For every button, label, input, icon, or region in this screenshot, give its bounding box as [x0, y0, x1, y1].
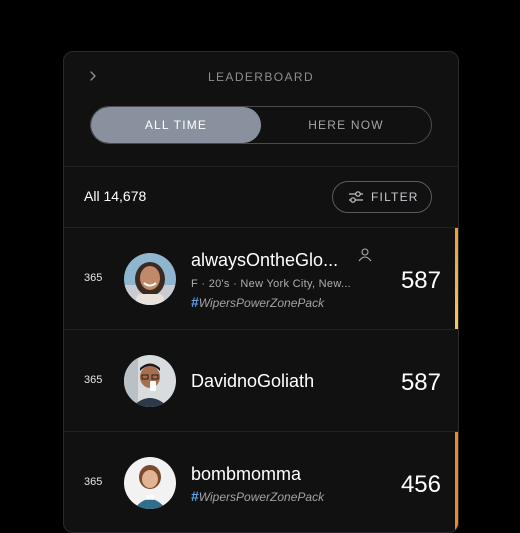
time-range-toggle: ALL TIME HERE NOW [90, 106, 432, 144]
leaderboard-header: LEADERBOARD ALL TIME HERE NOW [64, 52, 458, 167]
total-count: All 14,678 [84, 188, 147, 204]
avatar [124, 355, 176, 407]
rank-accent-bar [455, 228, 458, 329]
rank-label: 365 [84, 374, 103, 386]
tab-all-time[interactable]: ALL TIME [91, 107, 261, 143]
team-hashtag[interactable]: #WipersPowerZonePack [191, 488, 324, 504]
username: bombmomma [191, 464, 302, 484]
page-title: LEADERBOARD [207, 70, 315, 84]
hashtag-text: WipersPowerZonePack [198, 296, 325, 310]
rank-accent-bar [455, 432, 458, 532]
team-hashtag[interactable]: #WipersPowerZonePack [191, 294, 324, 310]
username: DavidnoGoliath [191, 371, 315, 391]
tab-here-now[interactable]: HERE NOW [261, 107, 431, 143]
avatar [124, 253, 176, 305]
score: 587 [400, 369, 441, 396]
user-details: F · 20's · New York City, New... [191, 278, 352, 290]
leaderboard-summary: All 14,678 FILTER [64, 167, 458, 228]
score: 587 [400, 267, 441, 294]
leaderboard-row[interactable]: 365 alwaysOntheGlo... F · 20's · New Yor… [64, 228, 458, 330]
leaderboard-row[interactable]: 365 DavidnoGoliath 587 [64, 330, 458, 432]
rank-label: 365 [84, 272, 103, 284]
leaderboard-panel: LEADERBOARD ALL TIME HERE NOW All 14,678… [63, 51, 459, 533]
rank-label: 365 [84, 476, 103, 488]
person-icon[interactable] [357, 247, 373, 263]
score: 456 [400, 471, 441, 498]
username: alwaysOntheGlo... [191, 250, 339, 270]
leaderboard-row[interactable]: 365 bombmomma #WipersPowerZonePack 456 [64, 432, 458, 532]
sliders-icon [349, 191, 363, 203]
avatar [124, 457, 176, 509]
filter-label: FILTER [371, 190, 419, 204]
hashtag-text: WipersPowerZonePack [198, 490, 325, 504]
filter-button[interactable]: FILTER [332, 181, 432, 213]
